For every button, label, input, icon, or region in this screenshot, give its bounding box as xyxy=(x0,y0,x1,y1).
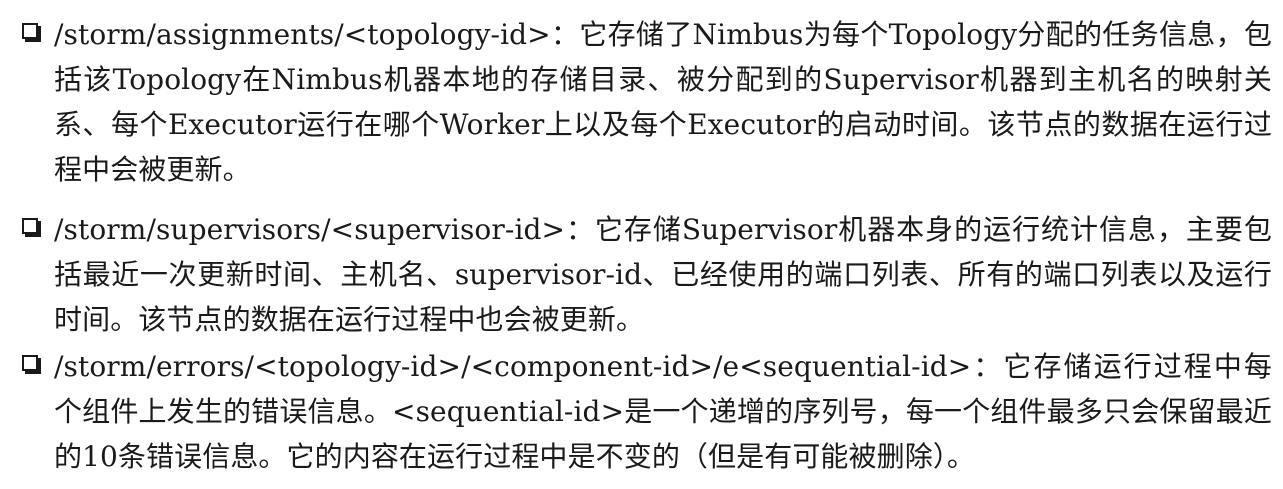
list-item: /storm/assignments/<topology-id>：它存储了Nim… xyxy=(22,12,1272,192)
list-item: /storm/errors/<topology-id>/<component-i… xyxy=(22,344,1272,479)
list-item-text: /storm/assignments/<topology-id>：它存储了Nim… xyxy=(54,18,1272,186)
list-item: /storm/supervisors/<supervisor-id>：它存储Su… xyxy=(22,207,1272,342)
checkbox-bullet-icon xyxy=(22,23,38,39)
checkbox-bullet-icon xyxy=(22,218,38,234)
document-page: /storm/assignments/<topology-id>：它存储了Nim… xyxy=(0,0,1283,489)
checkbox-bullet-icon xyxy=(22,355,38,371)
list-item-text: /storm/errors/<topology-id>/<component-i… xyxy=(54,350,1272,473)
list-item-text: /storm/supervisors/<supervisor-id>：它存储Su… xyxy=(54,213,1272,336)
